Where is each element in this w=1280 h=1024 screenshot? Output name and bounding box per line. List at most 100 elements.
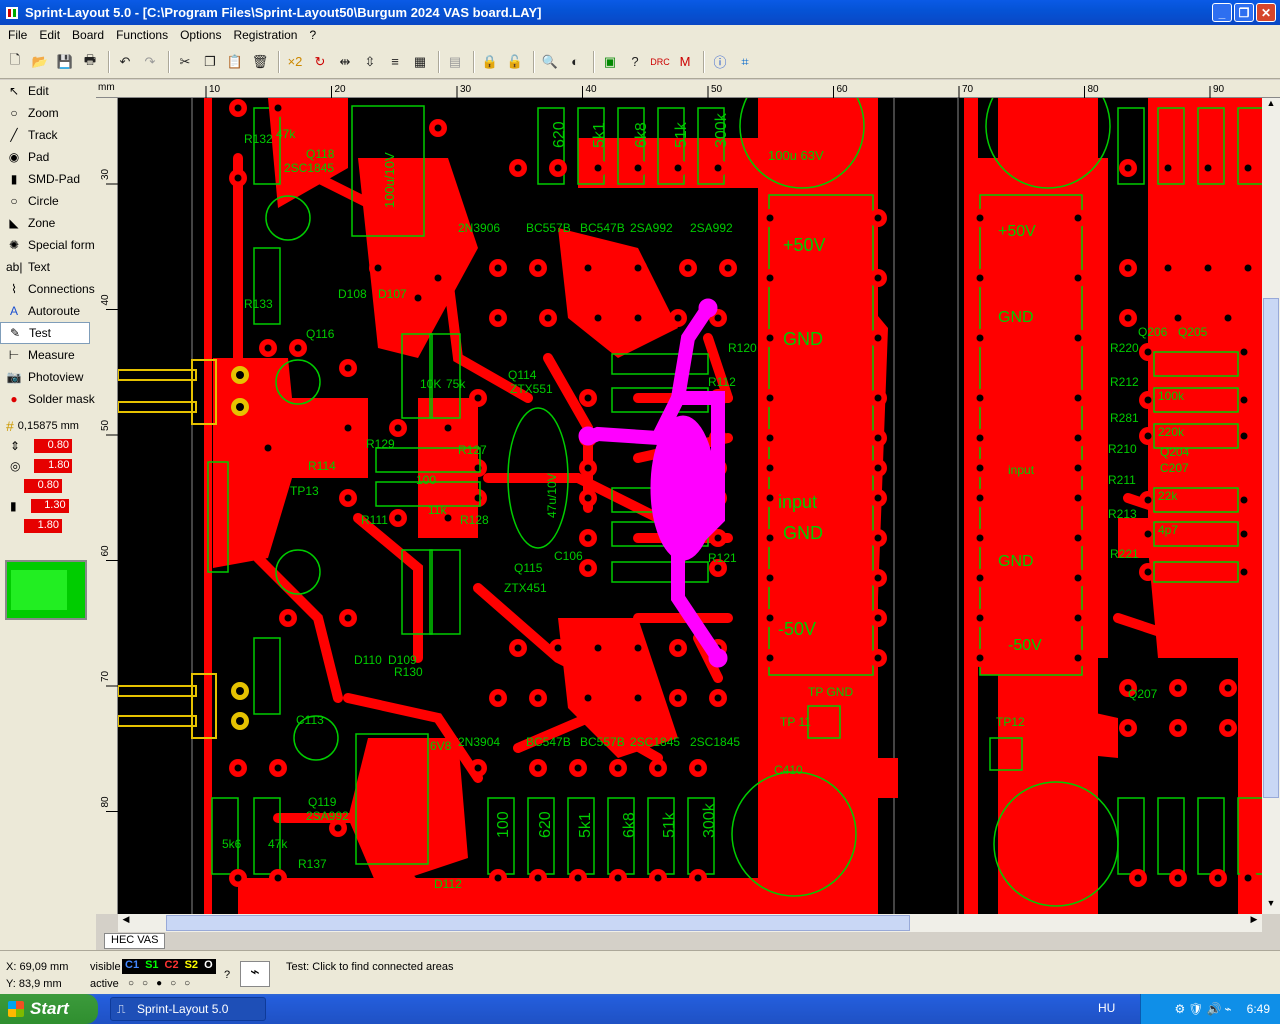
tool-pad[interactable]: ◉ Pad [0,146,96,168]
pcb-label: R111 [361,513,388,527]
drc-icon[interactable]: DRC [649,51,671,73]
smd-height-row[interactable]: 1.80 [0,517,96,534]
active-layer-radios[interactable]: ○○●○○ [128,978,198,989]
components-icon[interactable]: ▣ [599,51,621,73]
taskbar-item-sprint-layout[interactable]: ⎍ Sprint-Layout 5.0 [110,997,266,1021]
help-icon[interactable]: ? [624,51,646,73]
pad-outer-value[interactable]: 1.80 [34,458,73,473]
tool-zoom[interactable]: ○ Zoom [0,102,96,124]
rotate-icon[interactable]: ↻ [309,51,331,73]
horizontal-scroll-thumb[interactable] [166,915,910,931]
language-indicator[interactable]: HU [1098,1001,1115,1015]
paste-icon[interactable]: 📋 [224,51,246,73]
tool-circle[interactable]: ○ Circle [0,190,96,212]
tab-hec-vas[interactable]: HEC VAS [104,933,166,949]
tool-text[interactable]: ab| Text [0,256,96,278]
scroll-up-arrow-icon[interactable]: ▲ [1262,98,1280,114]
pad-inner-value[interactable]: 0.80 [24,478,62,493]
tool-autoroute[interactable]: A Autoroute [0,300,96,322]
align-icon[interactable]: ≡ [384,51,406,73]
ungroup-icon[interactable]: ▤ [444,51,466,73]
unlock-icon[interactable]: 🔓 [504,51,526,73]
tool-track[interactable]: ╱ Track [0,124,96,146]
smd-height-value[interactable]: 1.80 [24,518,62,533]
pcb-layout[interactable]: +50V GND input GND -50V +50V GND input GND -50V 2N… [118,98,1262,914]
layer-o[interactable]: O [201,959,216,974]
tool-edit[interactable]: ↖ Edit [0,80,96,102]
vertical-scroll-thumb[interactable] [1263,298,1279,798]
tool-solder-mask[interactable]: ● Solder mask [0,388,96,410]
open-folder-icon[interactable]: 📂 [29,51,51,73]
layer-s1[interactable]: S1 [142,959,161,974]
undo-icon[interactable]: ↶ [114,51,136,73]
tool-measure[interactable]: ⊢ Measure [0,344,96,366]
grid-setting[interactable]: # 0,15875 mm [0,418,96,434]
menu-functions[interactable]: Functions [110,28,174,42]
menu-file[interactable]: File [2,28,33,42]
cut-icon[interactable]: ✂ [174,51,196,73]
save-icon[interactable]: 💾 [54,51,76,73]
pcb-label: +50V [998,223,1036,240]
tool-zone[interactable]: ◣ Zone [0,212,96,234]
lock-icon[interactable]: 🔒 [479,51,501,73]
pad-hole [534,694,542,702]
vertical-scrollbar[interactable]: ▲ ▼ [1262,98,1280,914]
menu-help[interactable]: ? [303,28,322,42]
macro-icon[interactable]: M [674,51,696,73]
pad-inner-row[interactable]: 0.80 [0,477,96,494]
menu-edit[interactable]: Edit [33,28,66,42]
horizontal-scrollbar[interactable]: ◀ ▶ [118,914,1262,932]
pad-hole [1204,264,1212,272]
delete-icon[interactable]: 🗑 [249,51,271,73]
scroll-down-arrow-icon[interactable]: ▼ [1262,898,1280,914]
layer-color-swatch[interactable] [5,560,87,620]
pcb-label: Q206 [1138,325,1168,339]
mirror-v-icon[interactable]: ⇳ [359,51,381,73]
track-width-value[interactable]: 0.80 [34,438,73,453]
transparent-icon[interactable]: ◐ [564,51,586,73]
pcb-canvas[interactable]: +50V GND input GND -50V +50V GND input GND -50V 2N… [118,98,1262,914]
group-icon[interactable]: ▦ [409,51,431,73]
pad-hole [1144,348,1152,356]
duplicate-icon[interactable]: ×2 [284,51,306,73]
pad-hole [274,874,282,882]
new-file-icon[interactable]: 🗋 [4,51,26,73]
menu-board[interactable]: Board [66,28,110,42]
zoom-icon[interactable]: 🔍 [539,51,561,73]
redo-icon[interactable]: ↷ [139,51,161,73]
tool-special-form[interactable]: ✺ Special form [0,234,96,256]
menu-registration[interactable]: Registration [227,28,303,42]
tool-smd-pad[interactable]: ▮ SMD-Pad [0,168,96,190]
tool-test[interactable]: ✎ Test [0,322,90,344]
smd-width-row[interactable]: ▮ 1.30 [0,497,96,514]
pad-hole [284,614,292,622]
smd-width-value[interactable]: 1.30 [30,498,69,513]
tool-connections[interactable]: ⌇ Connections [0,278,96,300]
pcb-label: -50V [778,619,816,639]
track-width-row[interactable]: ⇕ 0.80 [0,437,96,454]
layer-c2[interactable]: C2 [162,959,182,974]
help-icon[interactable]: ? [224,969,230,981]
close-button[interactable]: ✕ [1256,3,1276,22]
info-icon[interactable]: ⓘ [709,51,731,73]
mirror-h-icon[interactable]: ⇹ [334,51,356,73]
pad-outer-row[interactable]: ◎ 1.80 [0,457,96,474]
layer-selector[interactable]: C1 S1 C2 S2 O [122,959,216,974]
scroll-right-arrow-icon[interactable]: ▶ [1246,914,1262,925]
minimize-button[interactable]: _ [1212,3,1232,22]
scroll-left-arrow-icon[interactable]: ◀ [118,914,134,925]
print-icon[interactable]: 🖶 [79,51,101,73]
copy-icon[interactable]: ❐ [199,51,221,73]
start-button[interactable]: Start [0,994,98,1024]
menu-options[interactable]: Options [174,28,227,42]
pcb-label: ZTX451 [504,581,547,595]
layer-c1[interactable]: C1 [122,959,142,974]
pad-hole [474,764,482,772]
tray-icons[interactable]: ⚙🛡🔊⌁ [1174,1002,1234,1016]
restore-button[interactable]: ❐ [1234,3,1254,22]
pad-hole [474,394,482,402]
scanned-copy-icon[interactable]: ⌗ [734,51,756,73]
layer-s2[interactable]: S2 [182,959,201,974]
tool-photoview[interactable]: 📷 Photoview [0,366,96,388]
ruler-tick-label: 50 [711,84,723,95]
